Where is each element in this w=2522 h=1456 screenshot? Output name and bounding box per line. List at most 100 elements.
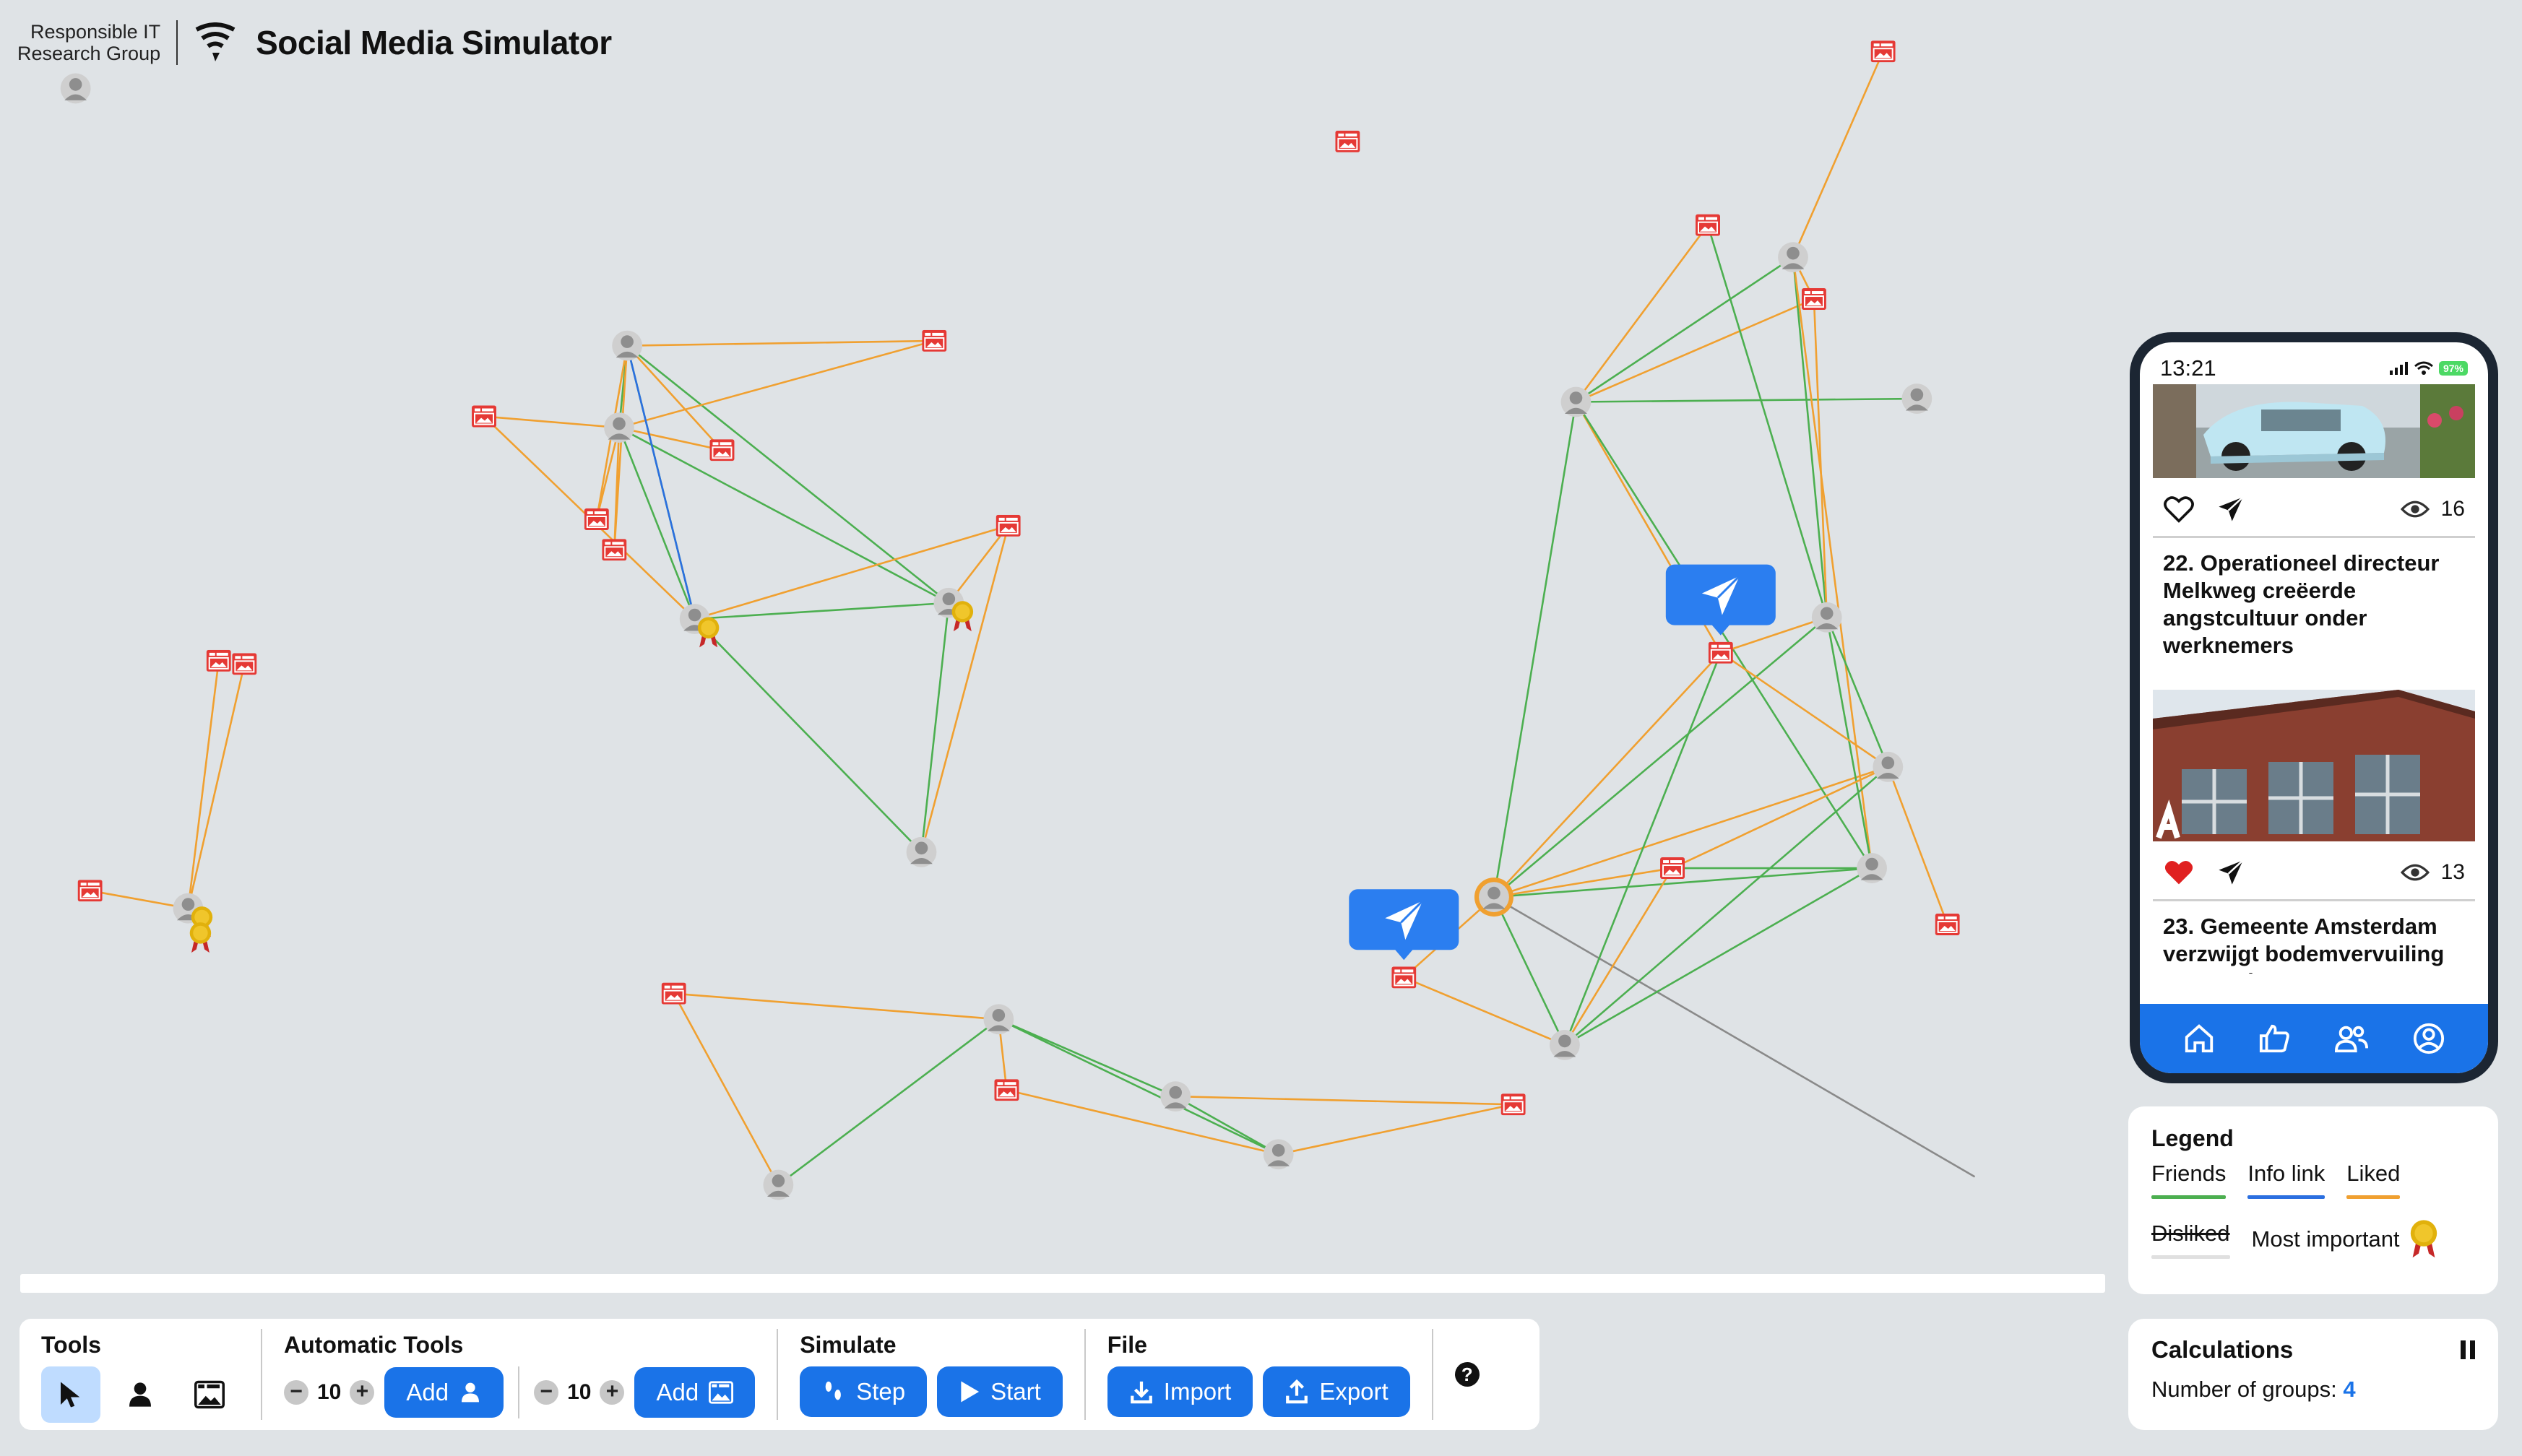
heart-outline-icon[interactable] [2163,495,2195,524]
post-node-icon[interactable] [602,539,627,561]
increment-posts-button[interactable]: + [600,1380,625,1405]
liked-edge [1720,651,1889,768]
decrement-users-button[interactable]: − [284,1380,308,1405]
heart-filled-icon[interactable] [2163,858,2195,887]
post-node-icon[interactable] [1870,40,1896,63]
thumbs-up-icon[interactable] [2258,1022,2292,1055]
phone-feed-preview[interactable]: 13:21 97% 16 22. Operationeel directeur … [2130,332,2498,1083]
user-avatar-node[interactable] [60,73,91,104]
export-button[interactable]: Export [1263,1366,1410,1417]
post-2-title[interactable]: 23. Gemeente Amsterdam verzwijgt bodemve… [2140,901,2488,974]
friends-edge [694,602,949,620]
user-avatar-node[interactable] [1857,853,1887,883]
add-person-tool-button[interactable] [111,1366,170,1423]
post-node-icon[interactable] [996,514,1021,537]
user-avatar-node[interactable] [1778,242,1808,273]
post-2-image[interactable] [2153,690,2475,841]
legend-friends-label: Friends [2151,1161,2227,1186]
friends-edge [1576,397,1917,403]
user-avatar-node[interactable] [1263,1139,1294,1170]
home-icon[interactable] [2182,1022,2216,1055]
friends-edge [626,344,950,604]
user-avatar-node[interactable] [1811,602,1842,633]
friends-edge [777,1018,1000,1186]
send-icon[interactable] [2216,858,2245,887]
legend-disliked-label: Disliked [2151,1220,2230,1246]
calculations-panel: Calculations Number of groups: 4 [2128,1319,2498,1430]
post-node-icon[interactable] [584,508,609,530]
post-node-icon[interactable] [1335,130,1360,152]
legend-info-link-label: Info link [2247,1161,2325,1186]
footsteps-icon [825,1381,842,1400]
signal-icon [2389,362,2408,375]
post-node-icon[interactable] [994,1079,1019,1101]
friends-edge [1563,652,1722,1046]
profile-icon[interactable] [2412,1022,2445,1055]
add-posts-label: Add [656,1379,699,1405]
legend-title: Legend [2151,1125,2234,1151]
legend-row: Disliked Most important [2151,1219,2475,1260]
help-icon[interactable]: ? [1454,1362,1480,1387]
post-node-icon[interactable] [472,405,497,428]
user-avatar-node[interactable] [983,1004,1014,1035]
post-node-icon[interactable] [206,649,231,672]
liked-edge [627,339,935,347]
add-users-button[interactable]: Add [384,1367,504,1418]
post-node-icon[interactable] [709,439,735,462]
step-button[interactable]: Step [800,1366,928,1417]
user-avatar-node[interactable] [906,836,937,867]
increment-users-button[interactable]: + [350,1380,375,1405]
start-button[interactable]: Start [937,1366,1063,1417]
user-avatar-node[interactable] [604,412,634,443]
decrement-posts-button[interactable]: − [534,1380,559,1405]
simulate-label: Simulate [800,1332,897,1358]
send-icon[interactable] [2216,495,2245,524]
step-label: Step [856,1378,906,1405]
post-node-icon[interactable] [1391,966,1417,989]
liked-edge [1575,298,1815,403]
post-node-icon[interactable] [1708,641,1733,664]
legend-most-important-label: Most important [2251,1226,2400,1252]
post-node-icon[interactable] [232,653,257,675]
import-button[interactable]: Import [1107,1366,1253,1417]
org-name: Responsible IT Research Group [17,21,160,64]
post-node-icon[interactable] [1696,214,1721,236]
export-label: Export [1319,1378,1389,1405]
automatic-tools-group: Automatic Tools − 10 + Add − 10 + Add [262,1319,777,1430]
post-node-icon[interactable] [1500,1093,1526,1116]
post-1-image[interactable] [2153,384,2475,478]
post-node-icon[interactable] [922,329,947,352]
liked-edge [1175,1095,1513,1106]
post-node-icon[interactable] [661,982,686,1005]
legend-liked-swatch [2346,1195,2401,1199]
legend-info-link-swatch [2247,1195,2325,1199]
friends-edge [1493,616,1828,898]
help-group: ? [1433,1319,1501,1430]
post-1-title[interactable]: 22. Operationeel directeur Melkweg creëe… [2140,538,2488,690]
post-node-icon[interactable] [1660,857,1685,880]
user-avatar-node[interactable] [1549,1030,1580,1060]
user-avatar-node[interactable] [1160,1081,1191,1112]
user-avatar-node[interactable] [763,1169,794,1200]
friends-edge [920,602,950,852]
liked-edge [187,660,220,909]
user-avatar-node[interactable] [1901,384,1932,414]
post-node-icon[interactable] [1801,288,1826,311]
pause-icon[interactable] [2461,1340,2475,1359]
post-node-icon[interactable] [1935,913,1960,935]
legend-panel: Legend Friends Info link Liked Disliked … [2128,1106,2498,1294]
user-avatar-node[interactable] [612,330,643,361]
add-posts-button[interactable]: Add [634,1367,756,1418]
user-avatar-node[interactable] [1560,386,1592,417]
select-tool-button[interactable] [41,1366,100,1423]
add-post-tool-button[interactable] [180,1366,239,1423]
liked-edge [673,993,780,1186]
liked-edge [1575,224,1709,403]
legend-liked: Liked [2346,1161,2401,1199]
users-icon[interactable] [2333,1022,2370,1055]
post-node-icon[interactable] [77,880,103,902]
wifi-logo-icon [195,22,236,61]
user-avatar-node[interactable] [1873,751,1904,782]
user-avatar-node[interactable] [1479,882,1509,913]
horizontal-scrollbar[interactable] [20,1274,2105,1293]
